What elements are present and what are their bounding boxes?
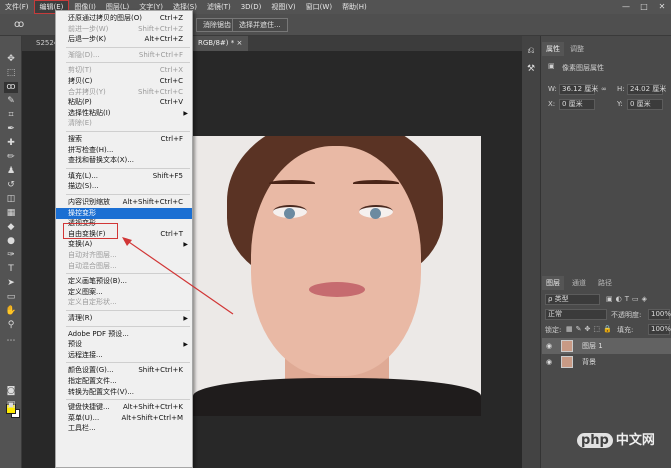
visibility-eye-icon[interactable]: ◉ [546, 338, 552, 354]
tools-preset-icon[interactable]: ⚒ [524, 64, 538, 75]
y-label: Y: [617, 100, 623, 108]
tab-paths[interactable]: 路径 [594, 276, 616, 290]
layer-filter-select[interactable]: ρ 类型 [545, 294, 600, 305]
watermark-site: 中文网 [615, 433, 655, 448]
pixel-layer-icon: ▣ [548, 62, 555, 70]
layer-row[interactable]: ◉ 背景 [542, 354, 671, 370]
opacity-field[interactable]: 100% [648, 309, 671, 320]
width-label: W: [548, 85, 557, 93]
layer-filter-icons[interactable]: ▣◐T▭◈ [606, 295, 650, 303]
layer-type-label: 像素图层属性 [562, 64, 604, 72]
height-field[interactable]: 24.02 厘米 [627, 84, 666, 95]
visibility-eye-icon[interactable]: ◉ [546, 354, 552, 370]
layer-name[interactable]: 图层 1 [582, 338, 603, 354]
watermark-php: php [577, 433, 613, 448]
layer-thumbnail [561, 356, 573, 368]
x-field[interactable]: 0 厘米 [559, 99, 595, 110]
lock-label: 锁定: [545, 326, 562, 334]
history-panel-icon[interactable]: ⎌ [524, 46, 538, 57]
blend-mode-select[interactable]: 正常 [545, 309, 607, 320]
y-field[interactable]: 0 厘米 [627, 99, 663, 110]
tab-properties[interactable]: 属性 [542, 42, 564, 56]
tab-channels[interactable]: 通道 [568, 276, 590, 290]
opacity-label: 不透明度: [611, 311, 642, 319]
tab-layers[interactable]: 图层 [542, 276, 564, 290]
link-dimensions-icon[interactable]: ∞ [601, 85, 607, 93]
height-label: H: [617, 85, 625, 93]
layer-thumbnail [561, 340, 573, 352]
layer-row[interactable]: ◉ 图层 1 [542, 338, 671, 354]
lock-icons[interactable]: ▦✎✥⬚🔒 [566, 325, 615, 333]
collapsed-panel-strip: ⎌ ⚒ [522, 36, 541, 468]
layer-name[interactable]: 背景 [582, 354, 596, 370]
fill-field[interactable]: 100% [648, 324, 671, 335]
x-label: X: [548, 100, 556, 108]
width-field[interactable]: 36.12 厘米 [559, 84, 598, 95]
fill-label: 填充: [617, 326, 634, 334]
tab-adjustments[interactable]: 调整 [566, 42, 588, 56]
watermark: php 中文网 [577, 429, 655, 448]
